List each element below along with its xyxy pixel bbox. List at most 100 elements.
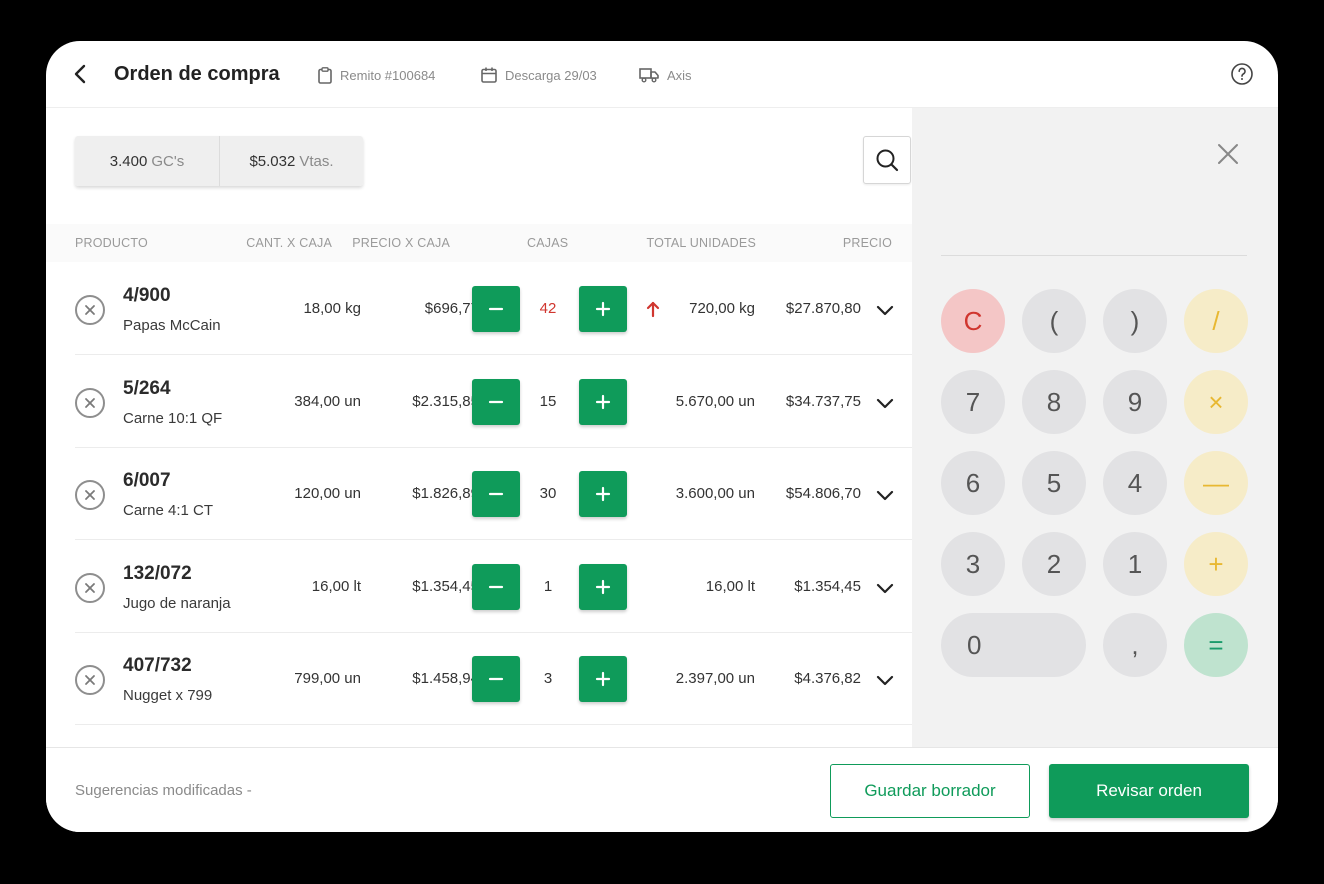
precio-total: $34.737,75: [785, 392, 861, 410]
plus-icon: [595, 394, 611, 409]
cajas-quantity[interactable]: 30: [524, 485, 572, 502]
key-0[interactable]: 0: [941, 613, 1086, 677]
total-unidades: 720,00 kg: [689, 300, 755, 317]
divide-key[interactable]: /: [1184, 289, 1248, 353]
sales-value: $5.032: [249, 152, 296, 170]
truck-icon: [639, 68, 659, 83]
descarga-label: Descarga 29/03: [505, 67, 597, 83]
product-code: 5/264: [123, 377, 171, 399]
calendar-icon: [481, 67, 497, 83]
table-row: 5/264 Carne 10:1 QF 384,00 un $2.315,85 15 5.…: [75, 356, 912, 448]
decrease-button[interactable]: [472, 378, 520, 425]
save-draft-button[interactable]: Guardar borrador: [830, 764, 1030, 818]
key-2[interactable]: 2: [1022, 532, 1086, 596]
plus-icon: [595, 579, 611, 594]
transport-info: Axis: [639, 67, 692, 83]
col-precio: PRECIO: [842, 236, 892, 250]
cajas-quantity[interactable]: 3: [524, 670, 572, 687]
remove-item-button[interactable]: [75, 387, 105, 418]
key-3[interactable]: 3: [941, 532, 1005, 596]
key-7[interactable]: 7: [941, 370, 1005, 434]
product-name: Jugo de naranja: [123, 594, 231, 612]
gcs-summary: 3.400 GC's: [75, 136, 219, 186]
remove-item-button[interactable]: [75, 295, 105, 325]
cajas-quantity[interactable]: 15: [524, 393, 572, 410]
total-unidades: 3.600,00 un: [675, 485, 755, 502]
minus-icon: [488, 400, 504, 403]
remove-item-button[interactable]: [75, 665, 105, 695]
close-paren-key[interactable]: ): [1103, 289, 1167, 353]
decrease-button[interactable]: [472, 656, 520, 702]
remove-item-button[interactable]: [75, 572, 105, 603]
precio-total: $1.354,45: [794, 577, 861, 595]
close-icon[interactable]: [1216, 142, 1240, 166]
precio-x-caja: $1.354,45: [412, 577, 479, 595]
chevron-down-icon[interactable]: [875, 485, 895, 505]
cant-x-caja: 799,00 un: [294, 670, 361, 687]
close-icon: [85, 490, 95, 500]
footer: Sugerencias modificadas - Guardar borrad…: [46, 747, 1278, 832]
increase-button[interactable]: [579, 378, 627, 425]
key-6[interactable]: 6: [941, 451, 1005, 515]
decrease-button[interactable]: [472, 563, 520, 610]
header: Orden de compra Remito #100684 Descarga …: [46, 41, 1278, 108]
close-icon: [85, 305, 95, 315]
increase-button[interactable]: [579, 471, 627, 517]
equals-key[interactable]: =: [1184, 613, 1248, 677]
key-9[interactable]: 9: [1103, 370, 1167, 434]
key-5[interactable]: 5: [1022, 451, 1086, 515]
back-arrow-icon[interactable]: [70, 63, 92, 85]
increase-button[interactable]: [579, 656, 627, 702]
help-icon[interactable]: [1230, 62, 1254, 86]
table-header: PRODUCTO CANT. X CAJA PRECIO X CAJA CAJA…: [46, 224, 912, 262]
gcs-unit: GC's: [151, 152, 185, 170]
close-icon: [85, 397, 95, 408]
chevron-down-icon[interactable]: [875, 393, 895, 413]
total-unidades: 5.670,00 un: [675, 392, 755, 410]
comma-key[interactable]: ,: [1103, 613, 1167, 677]
increase-button[interactable]: [579, 286, 627, 332]
clear-key[interactable]: C: [941, 289, 1005, 353]
table-row: 6/007 Carne 4:1 CT 120,00 un $1.826,89 30 3.6…: [75, 448, 912, 540]
search-button[interactable]: [863, 136, 911, 184]
cant-x-caja: 18,00 kg: [303, 300, 361, 317]
cant-x-caja: 120,00 un: [294, 485, 361, 502]
col-producto: PRODUCTO: [75, 236, 148, 250]
remove-item-button[interactable]: [75, 480, 105, 510]
precio-total: $54.806,70: [785, 485, 861, 502]
close-icon: [85, 675, 95, 685]
precio-x-caja: $2.315,85: [412, 392, 479, 410]
minus-icon: [488, 585, 504, 588]
plus-icon: [595, 486, 611, 502]
gcs-value: 3.400: [109, 152, 148, 170]
subtract-key[interactable]: —: [1184, 451, 1248, 515]
remito-label: Remito #100684: [340, 68, 436, 83]
product-name: Nugget x 799: [123, 687, 213, 704]
cajas-quantity[interactable]: 42: [524, 300, 572, 317]
remito-info: Remito #100684: [318, 67, 435, 84]
decrease-button[interactable]: [472, 471, 520, 517]
tablet-screen: Orden de compra Remito #100684 Descarga …: [46, 41, 1278, 832]
page-title: Orden de compra: [114, 63, 280, 85]
precio-total: $27.870,80: [785, 300, 861, 317]
open-paren-key[interactable]: (: [1022, 289, 1086, 353]
add-key[interactable]: +: [1184, 532, 1248, 596]
review-order-button[interactable]: Revisar orden: [1049, 764, 1249, 818]
key-4[interactable]: 4: [1103, 451, 1167, 515]
col-cajas: CAJAS: [527, 236, 569, 250]
chevron-down-icon[interactable]: [875, 300, 895, 320]
suggestions-note: Sugerencias modificadas -: [75, 782, 252, 799]
increase-button[interactable]: [579, 563, 627, 610]
key-1[interactable]: 1: [1103, 532, 1167, 596]
multiply-key[interactable]: ×: [1184, 370, 1248, 434]
chevron-down-icon[interactable]: [875, 578, 895, 598]
cajas-quantity[interactable]: 1: [524, 578, 572, 595]
key-8[interactable]: 8: [1022, 370, 1086, 434]
descarga-info: Descarga 29/03: [481, 67, 597, 83]
col-precio-caja: PRECIO X CAJA: [352, 236, 450, 250]
arrow-up-icon: [646, 301, 660, 318]
search-icon: [876, 149, 899, 172]
chevron-down-icon[interactable]: [875, 670, 895, 690]
close-icon: [85, 582, 95, 593]
decrease-button[interactable]: [472, 286, 520, 332]
